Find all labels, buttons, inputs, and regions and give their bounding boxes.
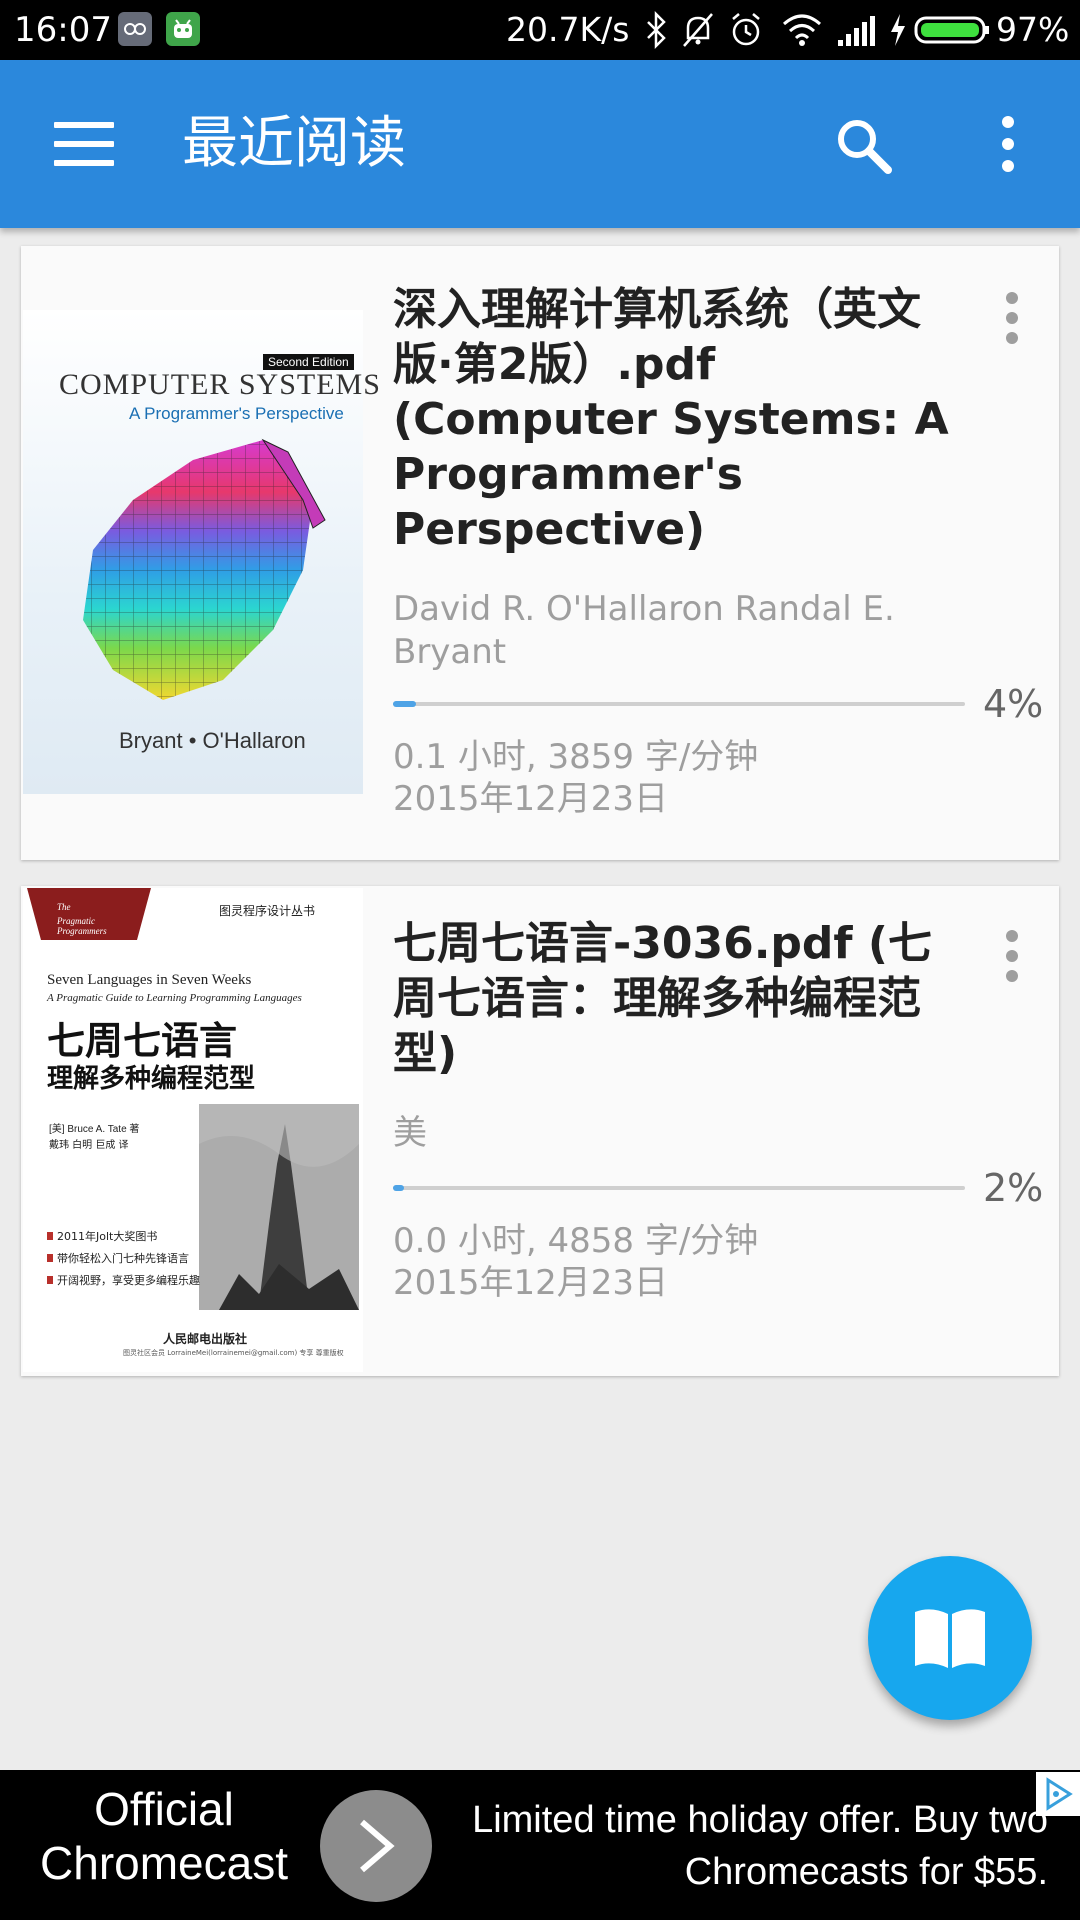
cover-title-cn: 七周七语言 [47,1018,238,1063]
book-author: David R. O'Hallaron Randal E. Bryant [393,589,895,672]
status-time: 16:07 [14,10,112,50]
last-read-date: 2015年12月23日 [393,1263,669,1303]
cover-bullet: 开阔视野，享受更多编程乐趣 [47,1270,200,1292]
ad-banner[interactable]: Official Chromecast Limited time holiday… [0,1770,1080,1920]
cover-banner-line-1: The [57,902,71,912]
reading-stats: 0.0 小时, 4858 字/分钟 [393,1221,759,1261]
cover-title: COMPUTER SYSTEMS [59,368,381,401]
notifications-off-icon [680,10,716,50]
page-title: 最近阅读 [182,111,406,176]
more-vert-icon[interactable] [997,292,1027,364]
signal-icon [836,10,876,50]
reading-progress-bar [393,1185,965,1191]
ad-headline: Official Chromecast [40,1783,288,1889]
open-book-button[interactable] [868,1556,1032,1720]
ad-body-text: Limited time holiday offer. Buy two Chro… [472,1799,1048,1893]
cover-tower-engraving-image [199,1104,359,1310]
arrow-right-icon[interactable] [320,1790,432,1902]
cover-bullets: 2011年Jolt大奖图书 带你轻松入门七种先锋语言 开阔视野，享受更多编程乐趣 [47,1226,200,1292]
cover-title-en: Seven Languages in Seven Weeks [47,972,252,988]
cover-authors: Bryant • O'Hallaron [119,728,306,753]
book-cover: The Pragmatic Programmers 图灵程序设计丛书 Seven… [23,888,363,1372]
progress-percent: 4% [983,682,1044,726]
app-bar: 最近阅读 [0,60,1080,228]
alarm-icon [728,10,764,50]
book-card[interactable]: The Pragmatic Programmers 图灵程序设计丛书 Seven… [21,886,1059,1376]
reading-progress-bar [393,701,965,707]
book-card[interactable]: Second Edition COMPUTER SYSTEMS A Progra… [21,246,1059,860]
cover-translator-line: 戴玮 白明 巨成 译 [49,1140,129,1151]
wifi-icon [780,10,824,50]
open-book-icon [915,1609,985,1668]
cover-author-line: [美] Bruce A. Tate 著 [49,1124,140,1135]
android-icon [166,12,200,46]
reading-progress-fill [393,701,416,707]
battery-icon [914,10,992,50]
cover-bullet: 2011年Jolt大奖图书 [47,1226,200,1248]
book-cover: Second Edition COMPUTER SYSTEMS A Progra… [23,310,380,794]
cover-banner-image: The Pragmatic Programmers [27,888,151,940]
last-read-date: 2015年12月23日 [393,779,669,819]
book-author: 美 [393,1113,427,1153]
progress-percent: 2% [983,1166,1044,1210]
charging-icon [888,10,908,50]
cover-banner-line-2: Pragmatic [56,916,95,926]
more-vert-icon[interactable] [990,116,1026,176]
status-bar: 16:07 20.7K/s 97% [0,0,1080,60]
network-speed: 20.7K/s [506,10,630,49]
more-vert-icon[interactable] [997,930,1027,1002]
cover-bullet: 带你轻松入门七种先锋语言 [47,1248,200,1270]
battery-percent: 97% [996,10,1070,49]
cover-license: 图灵社区会员 LorraineMei(lorrainemei@gmail.com… [123,1349,344,1357]
cover-subtitle: A Programmer's Perspective [129,404,344,423]
cover-series: 图灵程序设计丛书 [219,904,316,918]
menu-icon[interactable] [54,122,114,166]
adchoices-icon[interactable] [1036,1772,1080,1816]
cover-subtitle-cn: 理解多种编程范型 [47,1064,256,1094]
app-notification-icon [118,12,152,46]
book-title: 七周七语言-3036.pdf (七周七语言：理解多种编程范型) [393,918,932,1079]
book-title: 深入理解计算机系统（英文版·第2版）.pdf (Computer Systems… [393,284,949,555]
cover-publisher: 人民邮电出版社 [163,1332,248,1346]
search-icon[interactable] [832,114,896,178]
cover-banner-line-3: Programmers [56,926,107,936]
reading-progress-fill [393,1185,405,1191]
cover-subtitle-en: A Pragmatic Guide to Learning Programmin… [47,992,302,1004]
bluetooth-icon [644,10,668,50]
reading-stats: 0.1 小时, 3859 字/分钟 [393,737,759,777]
cover-surface-plot-image [83,438,326,700]
